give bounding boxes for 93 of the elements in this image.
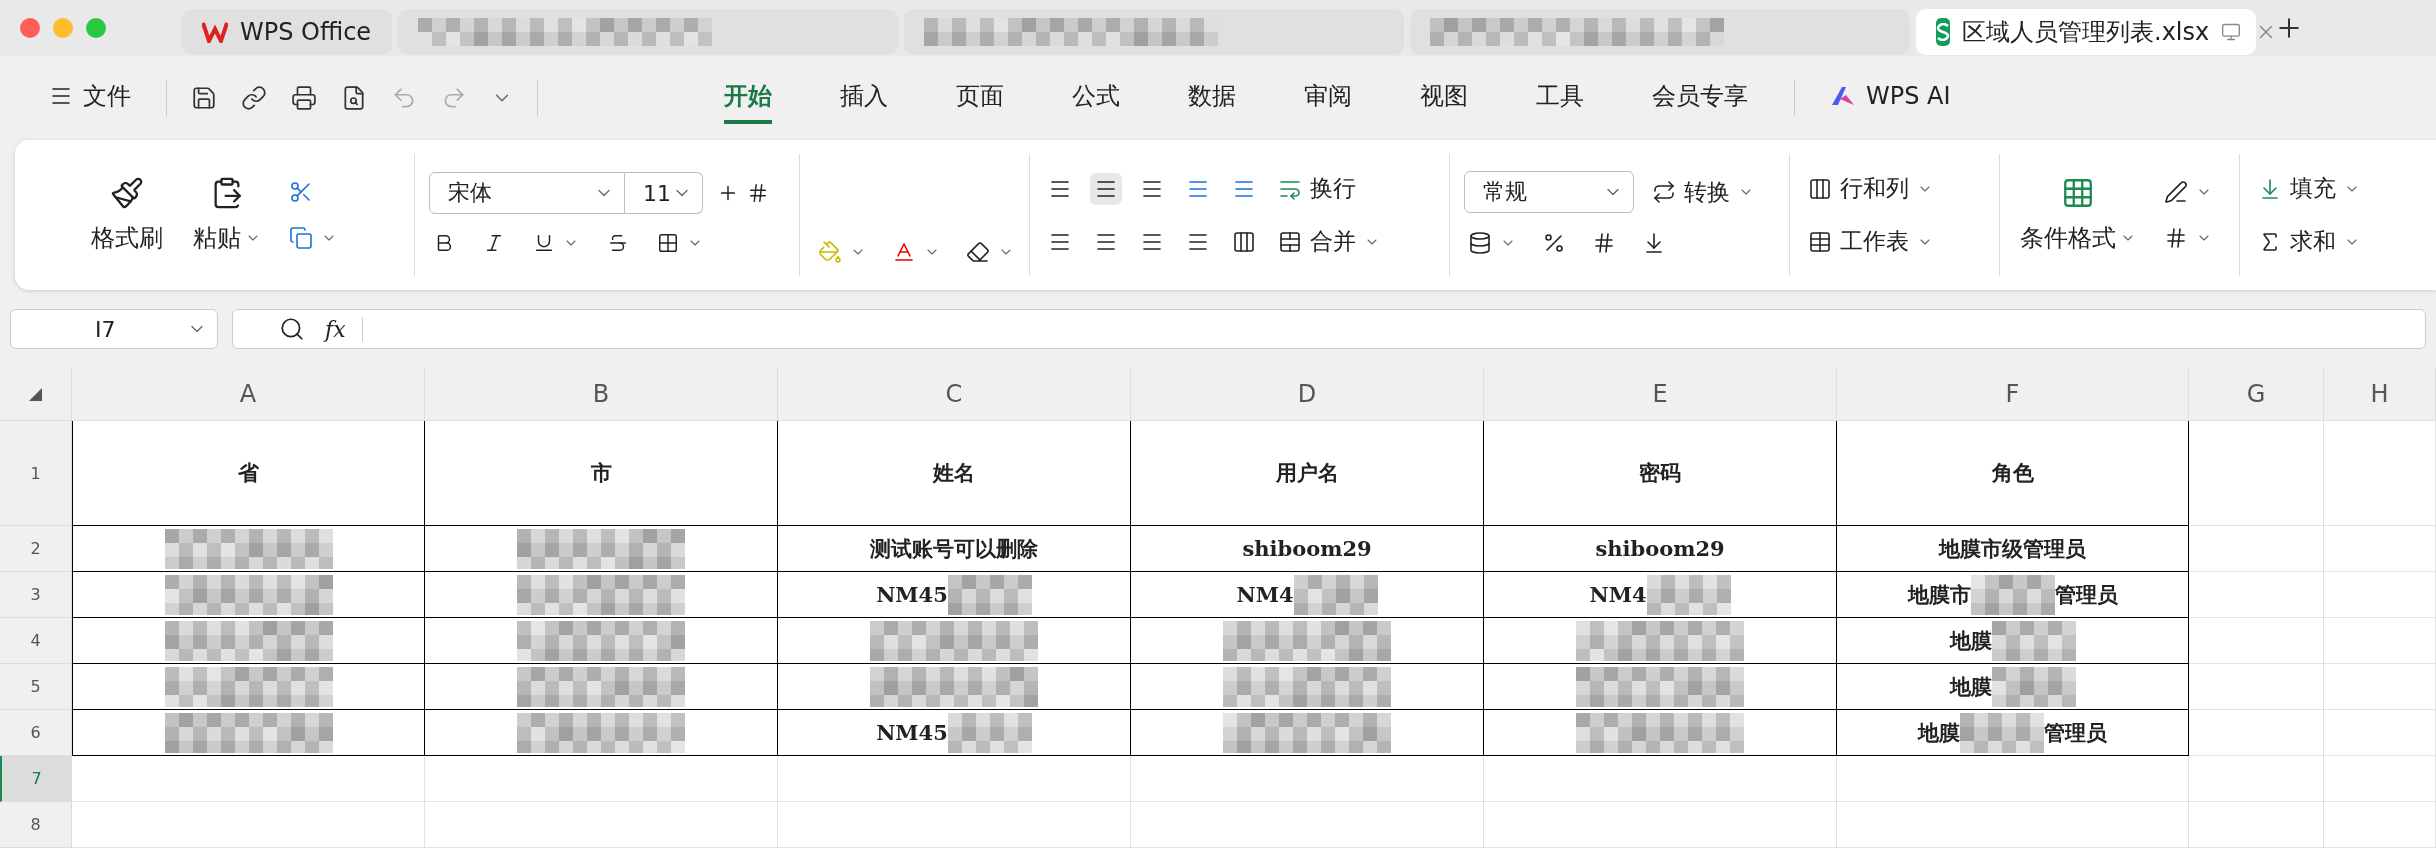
row-header[interactable]: 6: [0, 710, 72, 756]
font-size-select[interactable]: 11: [625, 172, 703, 214]
cell-text: 地膜: [1949, 672, 1992, 701]
cell-text: 地膜: [1949, 626, 1992, 655]
copy-icon: [289, 226, 313, 250]
cell-text: 角色: [1991, 459, 2034, 487]
column-header[interactable]: F: [1837, 368, 2189, 421]
style-icon: [2164, 180, 2188, 204]
row-header[interactable]: 5: [0, 664, 72, 710]
cell-text: 姓名: [933, 459, 975, 487]
monitor-icon: [2221, 22, 2242, 42]
save-icon: [191, 85, 217, 111]
convert-button[interactable]: 转换: [1648, 172, 1758, 212]
zoom-icon: [279, 316, 305, 342]
conditional-format-button[interactable]: 条件格式: [2014, 175, 2142, 255]
strikethrough-icon: [607, 232, 629, 254]
column-header[interactable]: E: [1484, 368, 1837, 421]
wrap-text-button[interactable]: 换行: [1274, 169, 1360, 208]
cell-text: NM45: [876, 582, 948, 607]
ribbon-tab[interactable]: 公式: [1072, 72, 1120, 124]
cell-text: 管理员: [2054, 580, 2118, 609]
cell-text: shiboom29: [1595, 536, 1725, 561]
ribbon-tab[interactable]: 页面: [956, 72, 1004, 124]
cell-text: shiboom29: [1242, 536, 1372, 561]
ribbon-tab[interactable]: 审阅: [1304, 72, 1352, 124]
brush-icon: [110, 176, 144, 210]
row-header[interactable]: 7: [0, 756, 72, 802]
merge-icon: [1278, 229, 1302, 254]
format-painter-button[interactable]: 格式刷: [85, 175, 169, 255]
cell-text: NM4: [1236, 582, 1294, 607]
paste-button[interactable]: 粘贴: [187, 175, 267, 255]
ribbon-tab[interactable]: 插入: [840, 72, 888, 124]
preview-icon: [341, 85, 367, 111]
underline-icon: [533, 232, 555, 254]
convert-icon: [1652, 180, 1676, 204]
rows-columns-button[interactable]: 行和列: [1804, 169, 1937, 208]
cell-text: 密码: [1639, 459, 1681, 487]
cell-text: NM4: [1589, 582, 1647, 607]
link-icon: [241, 85, 267, 111]
cell-text: 市: [590, 459, 612, 487]
column-header[interactable]: D: [1131, 368, 1484, 421]
scissors-icon: [289, 180, 313, 204]
number-format-select[interactable]: 常规: [1464, 171, 1634, 213]
column-header[interactable]: C: [778, 368, 1131, 421]
frame-icon: [2164, 226, 2188, 250]
merge-button[interactable]: 合并: [1274, 222, 1384, 261]
spreadsheet-icon: [1936, 18, 1950, 46]
column-header[interactable]: B: [425, 368, 778, 421]
worksheet-button[interactable]: 工作表: [1804, 222, 1937, 261]
eraser-icon: [966, 240, 990, 264]
formula-bar[interactable]: fx: [232, 309, 2426, 349]
cell-text: NM45: [876, 720, 948, 745]
font-color-icon: [892, 240, 916, 264]
sum-button[interactable]: 求和: [2254, 222, 2364, 261]
fill-button[interactable]: 填充: [2254, 169, 2364, 208]
ai-button[interactable]: WPS AI: [1830, 74, 1951, 122]
percent-icon: [1542, 231, 1566, 255]
select-all-corner[interactable]: [0, 368, 72, 421]
triangle-icon: [29, 387, 42, 401]
border-icon: [657, 232, 679, 254]
ai-logo-icon: [1830, 85, 1856, 107]
cell-text: 地膜: [1918, 718, 1960, 747]
ribbon-tab[interactable]: 视图: [1420, 72, 1468, 124]
cell-text: 地膜市级管理员: [1939, 534, 2086, 563]
ribbon-tab[interactable]: 开始: [724, 72, 772, 124]
rows-columns-icon: [1808, 176, 1832, 201]
cell-text: 省: [238, 459, 259, 487]
font-select[interactable]: 宋体: [429, 172, 625, 214]
document-tab[interactable]: WPS Office: [182, 9, 392, 55]
paint-bucket-icon: [818, 240, 842, 264]
column-header[interactable]: A: [72, 368, 425, 421]
row-header[interactable]: 2: [0, 526, 72, 572]
cell-text: 管理员: [2044, 718, 2107, 747]
row-header[interactable]: 4: [0, 618, 72, 664]
grid-icon: [2061, 176, 2095, 210]
row-header[interactable]: 8: [0, 802, 72, 848]
row-header[interactable]: 3: [0, 572, 72, 618]
column-header[interactable]: H: [2324, 368, 2436, 421]
align-middle-button[interactable]: [1090, 172, 1122, 205]
cell-text: 用户名: [1275, 459, 1339, 487]
ribbon-tab[interactable]: 工具: [1536, 72, 1584, 124]
cell-text: 地膜市: [1907, 580, 1971, 609]
ribbon-tab[interactable]: 数据: [1188, 72, 1236, 124]
distribute-icon: [1232, 229, 1256, 254]
name-box[interactable]: I7: [10, 309, 218, 349]
file-menu[interactable]: 文件: [49, 72, 131, 124]
cell-text: 测试账号可以删除: [870, 534, 1038, 563]
logo-icon: [202, 21, 228, 43]
worksheet-icon: [1808, 229, 1832, 254]
print-icon: [291, 85, 317, 111]
ribbon-tab[interactable]: 会员专享: [1652, 72, 1748, 124]
column-header[interactable]: G: [2189, 368, 2324, 421]
row-header[interactable]: 1: [0, 421, 72, 526]
